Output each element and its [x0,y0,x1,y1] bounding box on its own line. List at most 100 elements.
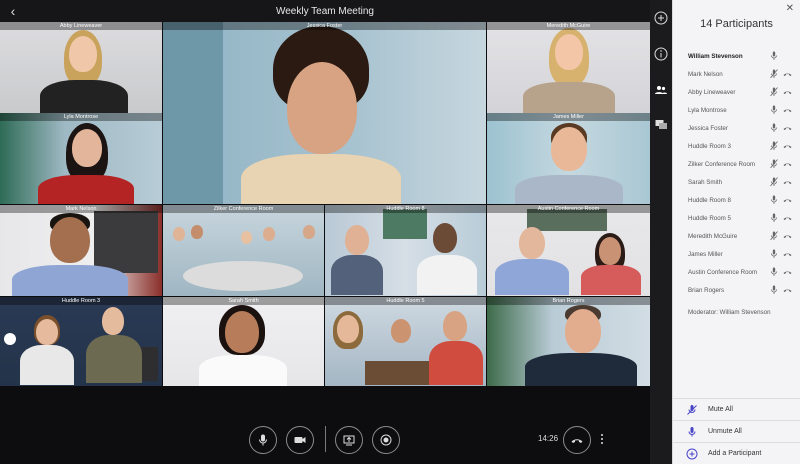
microphone-icon[interactable] [770,249,778,259]
video-camera-icon [294,437,306,443]
microphone-icon[interactable] [770,195,778,205]
share-screen-icon [343,435,355,446]
hang-up-icon[interactable] [783,88,792,96]
microphone-icon [259,434,267,446]
participant-row[interactable]: William Stevenson [673,47,800,65]
people-icon[interactable] [654,83,668,97]
call-timer: 14:26 [538,434,559,443]
hang-up-icon[interactable] [783,286,792,294]
video-tile[interactable]: Abby Lineweaver [0,22,162,113]
tile-label: Abby Lineweaver [0,22,162,30]
participant-row[interactable]: Austin Conference Room [673,263,800,281]
microphone-icon[interactable] [770,267,778,277]
participant-row[interactable]: Brian Rogers [673,281,800,299]
microphone-muted-icon[interactable] [770,141,778,151]
tile-label: Austin Conference Room [487,205,650,213]
record-icon [380,434,392,446]
hang-up-icon[interactable] [783,142,792,150]
more-options-icon[interactable] [599,432,605,446]
close-icon[interactable]: ✕ [786,3,794,14]
share-screen-button[interactable] [335,426,363,454]
tile-label: Sarah Smith [163,297,324,305]
hang-up-icon[interactable] [783,178,792,186]
participant-row[interactable]: Abby Lineweaver [673,83,800,101]
participant-row[interactable]: Mark Nelson [673,65,800,83]
mute-all-button[interactable]: Mute All [673,398,800,420]
microphone-icon[interactable] [770,105,778,115]
microphone-icon[interactable] [770,285,778,295]
microphone-icon [688,427,696,437]
controls-divider [325,426,326,452]
video-stage: ‹ Weekly Team Meeting Abby Lineweaver Je… [0,0,650,464]
participant-list: William Stevenson Mark Nelson Abby Linewea… [673,47,800,299]
microphone-button[interactable] [249,426,277,454]
meeting-header: ‹ Weekly Team Meeting [0,0,650,22]
tile-label: Huddle Room 8 [325,205,486,213]
participant-row[interactable]: Huddle Room 5 [673,209,800,227]
chevron-left-icon[interactable]: ‹ [6,3,20,19]
participant-row[interactable]: Lyla Montrose [673,101,800,119]
moderator-label: Moderator: William Stevenson [688,309,771,316]
side-rail [650,0,672,464]
microphone-muted-icon [687,405,697,415]
hang-up-icon[interactable] [783,106,792,114]
info-icon[interactable] [654,47,668,61]
participants-title: 14 Participants [700,18,773,30]
chat-icon[interactable] [654,118,668,132]
microphone-muted-icon[interactable] [770,159,778,169]
video-tile[interactable]: Lyla Montrose [0,113,162,204]
video-tile[interactable]: Meredith McGuire [487,22,650,113]
microphone-muted-icon[interactable] [770,87,778,97]
meeting-title: Weekly Team Meeting [275,5,374,17]
microphone-icon[interactable] [770,123,778,133]
participant-row[interactable]: Zilker Conference Room [673,155,800,173]
hang-up-icon[interactable] [783,214,792,222]
microphone-muted-icon[interactable] [770,177,778,187]
hang-up-button[interactable] [563,426,591,454]
tile-label: Mark Nelson [0,205,162,213]
hang-up-icon[interactable] [783,70,792,78]
tile-label: Meredith McGuire [487,22,650,30]
video-tile[interactable]: Huddle Room 5 [325,297,486,386]
microphone-icon[interactable] [770,51,778,61]
hang-up-icon[interactable] [783,124,792,132]
add-participant-button[interactable]: Add a Participant [673,442,800,464]
video-tile[interactable]: Austin Conference Room [487,205,650,296]
participant-row[interactable]: Meredith McGuire [673,227,800,245]
camera-button[interactable] [286,426,314,454]
video-tile[interactable]: Zilker Conference Room [163,205,324,296]
plus-circle-icon[interactable] [654,11,668,25]
microphone-muted-icon[interactable] [770,231,778,241]
participant-actions: Mute All Unmute All Add a Participant [673,398,800,464]
tile-label: Zilker Conference Room [163,205,324,213]
record-button[interactable] [372,426,400,454]
participants-panel: ✕ 14 Participants William Stevenson Mark … [672,0,800,464]
video-tile-active-speaker[interactable]: Jessica Foster [163,22,486,204]
lock-icon [4,333,16,345]
video-tile[interactable]: Sarah Smith [163,297,324,386]
participant-row[interactable]: Huddle Room 3 [673,137,800,155]
video-tile[interactable]: Huddle Room 3 [0,297,162,386]
video-tile[interactable]: Brian Rogers [487,297,650,386]
hang-up-icon[interactable] [783,268,792,276]
video-tile[interactable]: Mark Nelson [0,205,162,296]
video-tile[interactable]: Huddle Room 8 [325,205,486,296]
tile-label: James Miller [487,113,650,121]
microphone-icon[interactable] [770,213,778,223]
hang-up-icon[interactable] [783,196,792,204]
microphone-muted-icon[interactable] [770,69,778,79]
tile-label: Lyla Montrose [0,113,162,121]
hang-up-icon[interactable] [783,250,792,258]
participant-row[interactable]: Huddle Room 8 [673,191,800,209]
tile-label: Huddle Room 3 [0,297,162,305]
participant-row[interactable]: Sarah Smith [673,173,800,191]
participant-row[interactable]: Jessica Foster [673,119,800,137]
participant-row[interactable]: James Miller [673,245,800,263]
unmute-all-button[interactable]: Unmute All [673,420,800,442]
hang-up-icon[interactable] [783,160,792,168]
tile-label: Huddle Room 5 [325,297,486,305]
video-tile[interactable]: James Miller [487,113,650,204]
hang-up-icon [571,439,583,443]
hang-up-icon[interactable] [783,232,792,240]
tile-label: Jessica Foster [163,22,486,30]
